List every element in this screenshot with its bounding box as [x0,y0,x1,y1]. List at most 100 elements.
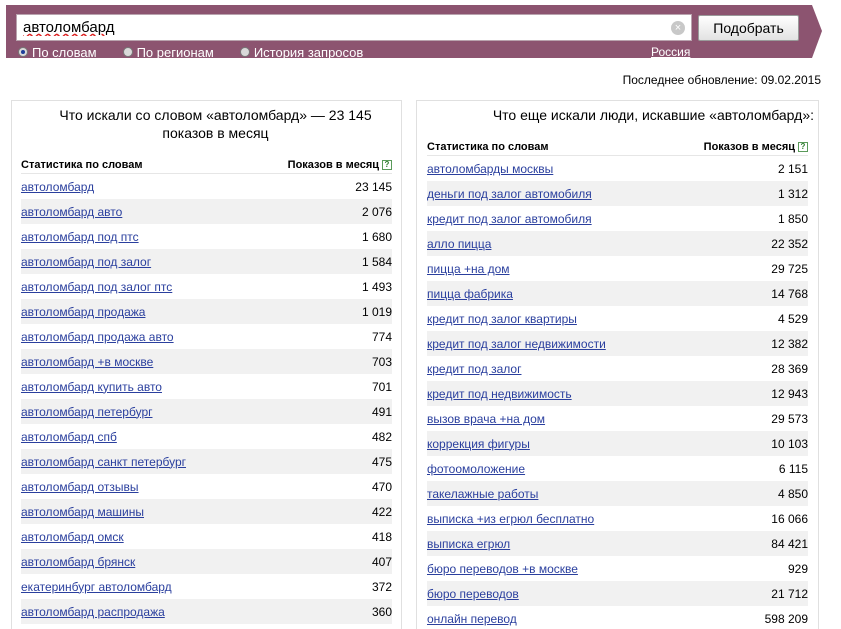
impressions-count: 1 850 [777,211,808,226]
keyword-link[interactable]: онлайн перевод [427,612,517,626]
keyword-link[interactable]: автоломбард санкт петербург [21,455,186,469]
table-row: бюро переводов 21 712 [427,581,808,606]
impressions-count: 29 573 [771,411,808,426]
keyword-link[interactable]: автоломбард авто [21,205,122,219]
keyword-link[interactable]: фотоомоложение [427,462,525,476]
keyword-link[interactable]: автоломбард омск [21,530,124,544]
keyword-link[interactable]: автоломбард машины [21,505,144,519]
keyword-link[interactable]: выписка +из егрюл бесплатно [427,512,594,526]
keyword-link[interactable]: автоломбард распродажа [21,605,165,619]
impressions-count: 29 725 [771,261,808,276]
keyword-link[interactable]: кредит под залог квартиры [427,312,577,326]
keyword-link[interactable]: автоломбард петербург [21,405,153,419]
keyword-link[interactable]: бюро переводов [427,587,519,601]
table-row: автоломбард под залог 1 584 [21,249,392,274]
table-row: автоломбарды москвы 2 151 [427,156,808,181]
table-row: автоломбард распродажа 360 [21,599,392,624]
table-row: деньги под залог автомобиля 1 312 [427,181,808,206]
last-update: Последнее обновление: 09.02.2015 [622,73,821,87]
keyword-link[interactable]: автоломбард под залог [21,255,151,269]
impressions-count: 84 421 [771,536,808,551]
impressions-count: 475 [371,454,392,469]
impressions-count: 407 [371,554,392,569]
help-icon[interactable]: ? [798,141,808,152]
impressions-count: 14 768 [771,286,808,301]
keyword-link[interactable]: кредит под залог недвижимости [427,337,606,351]
left-rows: автоломбард 23 145 автоломбард авто 2 076 ав… [21,174,392,624]
impressions-count: 418 [371,529,392,544]
search-bar-arrow [812,5,822,58]
impressions-count: 482 [371,429,392,444]
keyword-link[interactable]: автоломбард +в москве [21,355,153,369]
table-row: коррекция фигуры 10 103 [427,431,808,456]
keyword-link[interactable]: пицца +на дом [427,262,510,276]
table-row: выписка егрюл 84 421 [427,531,808,556]
submit-button[interactable]: Подобрать [698,15,799,41]
search-input[interactable] [17,15,667,40]
keyword-link[interactable]: автоломбард спб [21,430,117,444]
keyword-link[interactable]: автоломбард под птс [21,230,139,244]
region-link[interactable]: Россия [651,45,690,59]
keyword-link[interactable]: выписка егрюл [427,537,510,551]
keyword-link[interactable]: автоломбард отзывы [21,480,139,494]
clear-icon[interactable]: × [671,21,685,35]
radio-icon[interactable] [18,47,28,57]
keyword-link[interactable]: автоломбарды москвы [427,162,553,176]
keyword-link[interactable]: кредит под недвижимость [427,387,572,401]
keyword-link[interactable]: деньги под залог автомобиля [427,187,592,201]
radio-icon[interactable] [239,47,250,57]
impressions-count: 12 943 [771,386,808,401]
impressions-count: 28 369 [771,361,808,376]
mode-label: По словам [32,44,97,60]
impressions-count: 360 [371,604,392,619]
table-row: екатеринбург автоломбард 372 [21,574,392,599]
keyword-link[interactable]: автоломбард под залог птс [21,280,172,294]
radio-icon[interactable] [122,47,133,57]
mode-by-regions[interactable]: По регионам [122,45,214,60]
col-keyword-header: Статистика по словам [427,140,549,153]
table-row: кредит под залог автомобиля 1 850 [427,206,808,231]
table-row: автоломбард под залог птс 1 493 [21,274,392,299]
keyword-link[interactable]: кредит под залог [427,362,521,376]
table-row: алло пицца 22 352 [427,231,808,256]
mode-history[interactable]: История запросов [239,45,363,60]
keyword-link[interactable]: коррекция фигуры [427,437,530,451]
keyword-link[interactable]: автоломбард продажа авто [21,330,174,344]
table-row: онлайн перевод 598 209 [427,606,808,629]
keyword-link[interactable]: екатеринбург автоломбард [21,580,172,594]
table-row: бюро переводов +в москве 929 [427,556,808,581]
search-box: × [16,14,692,41]
keyword-link[interactable]: автоломбард [21,180,94,194]
table-row: автоломбард брянск 407 [21,549,392,574]
right-panel: Что еще искали люди, искавшие «автоломба… [416,100,819,629]
table-row: автоломбард санкт петербург 475 [21,449,392,474]
keyword-link[interactable]: пицца фабрика [427,287,513,301]
table-row: автоломбард машины 422 [21,499,392,524]
table-row: кредит под залог недвижимости 12 382 [427,331,808,356]
col-count-header: Показов в месяц? [288,159,392,171]
impressions-count: 2 151 [777,161,808,176]
search-mode-group: По словам По регионам История запросов [18,44,363,60]
mode-by-words[interactable]: По словам [18,44,97,60]
impressions-count: 6 115 [778,461,808,476]
keyword-link[interactable]: автоломбард продажа [21,305,145,319]
left-table: Статистика по словам Показов в месяц? ав… [12,156,401,624]
help-icon[interactable]: ? [382,159,392,170]
keyword-link[interactable]: кредит под залог автомобиля [427,212,592,226]
table-row: автоломбард 23 145 [21,174,392,199]
keyword-link[interactable]: автоломбард брянск [21,555,135,569]
table-row: автоломбард омск 418 [21,524,392,549]
keyword-link[interactable]: бюро переводов +в москве [427,562,578,576]
search-bar: × Подобрать По словам По регионам Истори… [6,5,812,60]
table-row: автоломбард продажа авто 774 [21,324,392,349]
keyword-link[interactable]: такелажные работы [427,487,538,501]
impressions-count: 1 312 [777,186,808,201]
table-row: вызов врача +на дом 29 573 [427,406,808,431]
table-row: автоломбард авто 2 076 [21,199,392,224]
impressions-count: 1 493 [361,279,392,294]
keyword-link[interactable]: вызов врача +на дом [427,412,545,426]
table-row: пицца +на дом 29 725 [427,256,808,281]
col-count-header: Показов в месяц? [704,141,808,153]
keyword-link[interactable]: автоломбард купить авто [21,380,162,394]
keyword-link[interactable]: алло пицца [427,237,491,251]
